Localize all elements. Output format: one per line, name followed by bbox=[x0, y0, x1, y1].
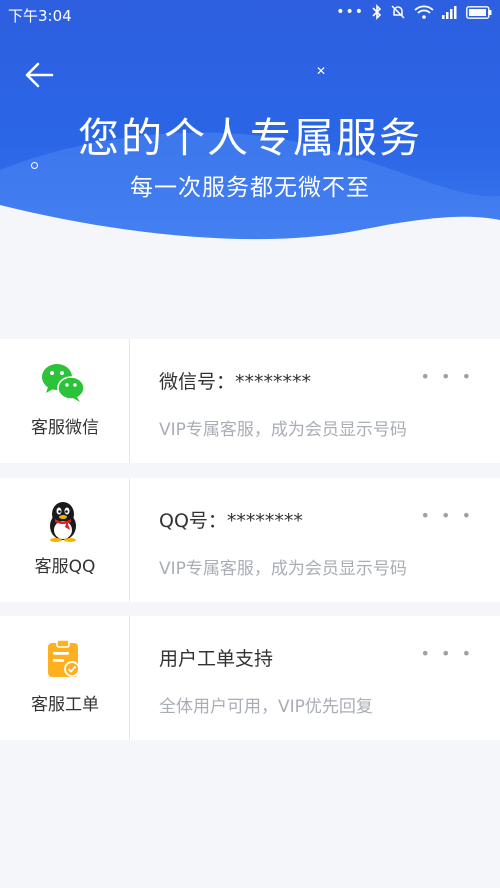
service-icon-label: 客服微信 bbox=[31, 418, 99, 438]
sparkle-decoration: ✕ bbox=[316, 64, 327, 78]
service-title: QQ号：******** bbox=[159, 510, 303, 532]
service-description: 全体用户可用，VIP优先回复 bbox=[159, 697, 373, 717]
hero-header: 下午3:04 ••• ✕ 您的个人专属服务 每一次服务都无微不至 bbox=[0, 0, 500, 260]
service-icon-label: 客服工单 bbox=[31, 695, 99, 715]
bluetooth-icon bbox=[372, 4, 382, 20]
page-title: 您的个人专属服务 bbox=[78, 114, 422, 162]
service-description: VIP专属客服，成为会员显示号码 bbox=[159, 559, 407, 579]
ticket-icon bbox=[48, 639, 80, 677]
qq-icon bbox=[50, 502, 76, 542]
service-card-wechat[interactable]: 客服微信 微信号：******** VIP专属客服，成为会员显示号码 • • • bbox=[0, 339, 500, 463]
wechat-icon bbox=[42, 364, 85, 402]
mute-bell-icon bbox=[391, 5, 405, 19]
service-card-ticket[interactable]: 客服工单 用户工单支持 全体用户可用，VIP优先回复 • • • bbox=[0, 616, 500, 740]
more-options-icon[interactable]: • • • bbox=[421, 644, 474, 663]
battery-icon bbox=[466, 5, 492, 19]
status-time: 下午3:04 bbox=[8, 7, 72, 25]
service-description: VIP专属客服，成为会员显示号码 bbox=[159, 420, 407, 440]
signal-icon bbox=[442, 6, 457, 19]
more-options-icon[interactable]: • • • bbox=[421, 367, 474, 386]
service-icon-cell: 客服工单 bbox=[0, 616, 130, 740]
service-icon-label: 客服QQ bbox=[34, 557, 96, 577]
service-icon-cell: 客服QQ bbox=[0, 478, 130, 602]
page-subtitle: 每一次服务都无微不至 bbox=[130, 175, 370, 201]
service-card-qq[interactable]: 客服QQ QQ号：******** VIP专属客服，成为会员显示号码 • • • bbox=[0, 478, 500, 602]
more-options-icon[interactable]: • • • bbox=[421, 506, 474, 525]
service-title: 微信号：******** bbox=[159, 371, 312, 393]
status-icons: ••• bbox=[336, 4, 492, 20]
dots-icon: ••• bbox=[336, 4, 364, 20]
back-arrow-icon[interactable] bbox=[22, 58, 56, 92]
status-bar: 下午3:04 ••• bbox=[0, 0, 500, 30]
service-title: 用户工单支持 bbox=[159, 648, 274, 670]
service-icon-cell: 客服微信 bbox=[0, 339, 130, 463]
wifi-icon bbox=[414, 5, 434, 19]
